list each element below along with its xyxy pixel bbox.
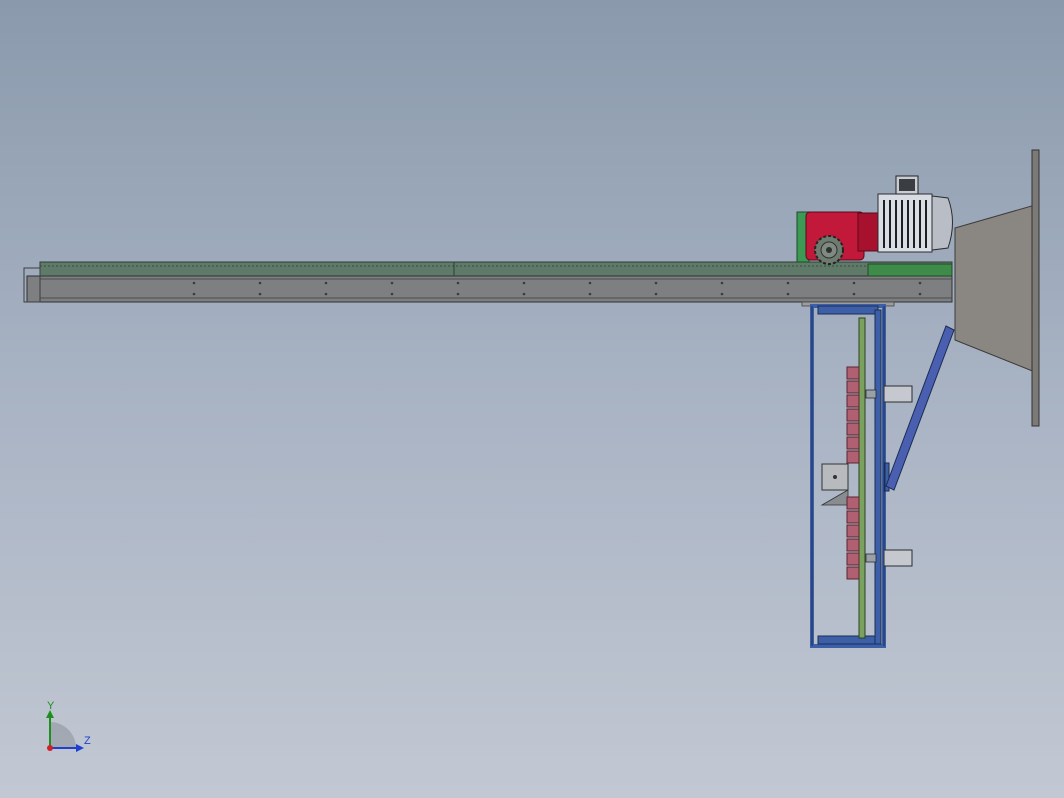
graphics-viewport[interactable]: Y Z xyxy=(0,0,1064,798)
triad-y-label: Y xyxy=(47,700,55,712)
rack-beam[interactable] xyxy=(23,261,953,307)
diagonal-brace[interactable] xyxy=(885,325,955,491)
hopper[interactable] xyxy=(954,149,1040,427)
mounting-plate xyxy=(1031,149,1040,427)
coordinate-triad-icon xyxy=(46,710,84,752)
guide-blocks[interactable] xyxy=(846,366,860,580)
sprocket[interactable] xyxy=(814,235,844,265)
model-drawing[interactable] xyxy=(0,0,1064,798)
triad-z-label: Z xyxy=(84,735,91,747)
shaft-couplings[interactable] xyxy=(865,385,913,567)
vertical-frame[interactable] xyxy=(810,304,886,648)
